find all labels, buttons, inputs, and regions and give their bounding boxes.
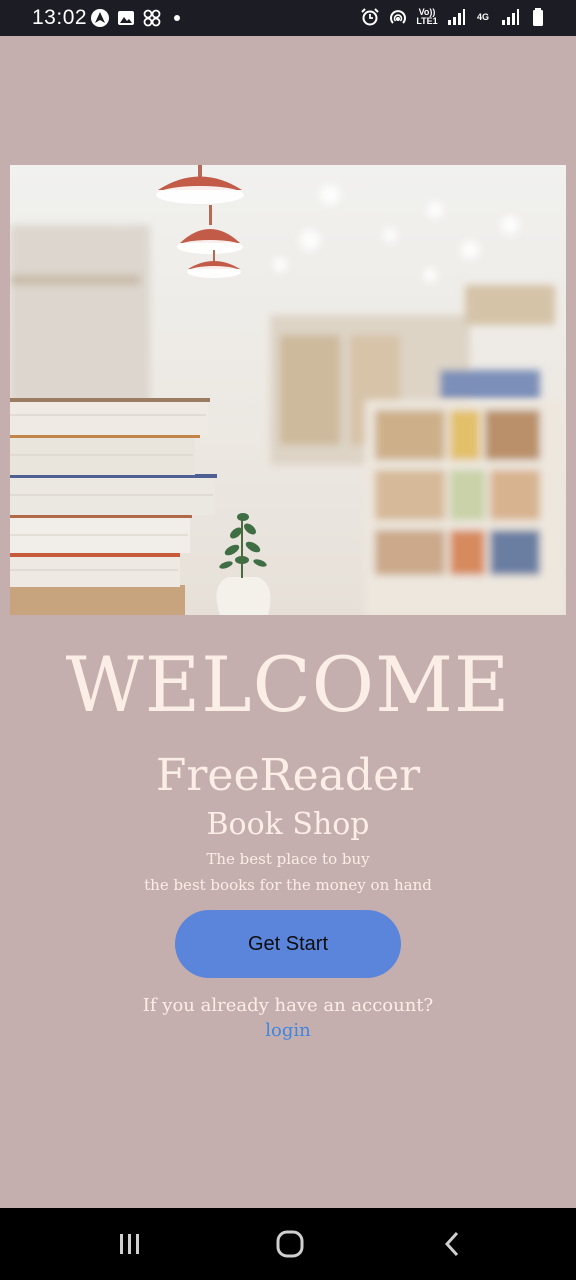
hotspot-icon — [390, 10, 406, 24]
account-prompt: If you already have an account? — [142, 995, 434, 1016]
tagline-line-2: the best books for the money on hand — [144, 876, 432, 894]
network-label: 4G — [476, 11, 489, 22]
status-right-icons: Vo)) LTE1 4G — [360, 7, 548, 27]
home-button[interactable] — [270, 1228, 310, 1260]
get-start-button[interactable]: Get Start — [175, 910, 401, 978]
status-left-icons — [90, 8, 180, 28]
app-name: FreeReader — [155, 750, 421, 801]
tagline: The best place to buy the best books for… — [0, 846, 576, 898]
4g-icon: 4G — [474, 11, 492, 22]
signal-icon-2 — [502, 9, 519, 25]
welcome-title: WELCOME — [65, 640, 511, 729]
app-grid-icon — [143, 9, 161, 27]
battery-icon — [533, 8, 543, 26]
back-icon — [444, 1231, 459, 1257]
status-bar: 13:02 Vo)) LTE1 4G — [0, 0, 576, 36]
hero-image — [10, 165, 566, 615]
notification-dot — [174, 15, 180, 21]
alarm-icon — [361, 8, 379, 26]
home-icon — [276, 1230, 304, 1258]
bookstore-photo — [10, 165, 566, 615]
recent-apps-button[interactable] — [110, 1228, 150, 1260]
tagline-line-1: The best place to buy — [206, 850, 370, 868]
recent-apps-icon — [120, 1234, 139, 1254]
login-link[interactable]: login — [0, 1018, 576, 1044]
volte-icon: Vo)) LTE1 — [416, 8, 438, 26]
back-button[interactable] — [432, 1228, 472, 1260]
status-time: 13:02 — [32, 6, 88, 29]
subtitle: Book Shop — [206, 807, 370, 842]
signal-icon — [448, 9, 465, 25]
navigation-bar — [0, 1208, 576, 1280]
volte-label: Vo)) LTE1 — [416, 7, 438, 26]
gallery-icon — [118, 11, 134, 25]
navigation-icon — [91, 9, 109, 27]
